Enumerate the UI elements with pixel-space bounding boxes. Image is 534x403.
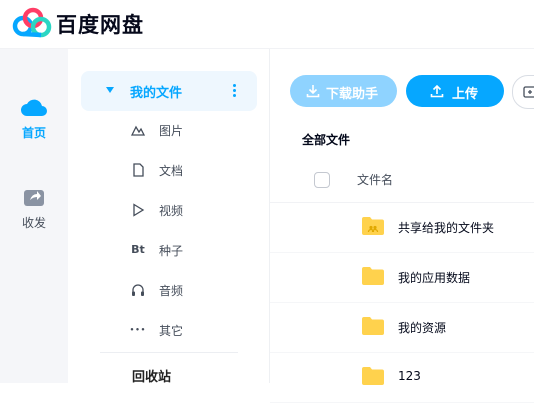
upload-button[interactable]: 上传 xyxy=(406,75,504,107)
new-folder-button[interactable] xyxy=(512,75,534,109)
nav-item-home[interactable]: 首页 xyxy=(0,96,68,141)
folder-icon xyxy=(362,367,384,385)
more-vertical-icon[interactable] xyxy=(233,84,237,99)
sidebar-item-label: 音频 xyxy=(159,284,184,298)
baidu-netdisk-logo-icon[interactable] xyxy=(12,7,52,39)
sidebar-item-label: 种子 xyxy=(159,244,184,258)
bt-icon: Bt xyxy=(131,243,145,256)
file-name[interactable]: 我的应用数据 xyxy=(398,269,470,286)
download-icon xyxy=(306,85,320,98)
nav-item-share[interactable]: 收发 xyxy=(0,186,68,231)
video-icon xyxy=(133,203,145,217)
nav-label-share: 收发 xyxy=(21,216,46,230)
left-nav: 首页 收发 xyxy=(0,49,68,383)
ellipsis-icon: ••• xyxy=(129,326,147,334)
sidebar-divider xyxy=(100,352,238,353)
upload-icon xyxy=(430,84,444,98)
app-title: 百度网盘 xyxy=(56,13,144,37)
category-sidebar: 我的文件 图片 文档 视频 Bt 种子 音频 ••• 其它 回收站 xyxy=(68,49,270,385)
image-icon xyxy=(131,125,145,136)
sidebar-item-label: 视频 xyxy=(159,204,184,218)
file-name[interactable]: 我的资源 xyxy=(398,319,446,336)
headphones-icon xyxy=(132,284,144,296)
caret-down-icon[interactable] xyxy=(106,87,114,93)
table-row[interactable]: 我的应用数据 xyxy=(270,252,534,303)
nav-label-home: 首页 xyxy=(21,126,46,140)
table-row[interactable]: 123 xyxy=(270,352,534,403)
folder-icon xyxy=(362,267,384,285)
table-header: 文件名 xyxy=(270,156,534,203)
shared-folder-icon xyxy=(362,217,384,235)
document-icon xyxy=(133,163,144,177)
new-folder-icon xyxy=(523,86,534,98)
download-helper-button[interactable]: 下载助手 xyxy=(290,75,397,107)
my-files-label: 我的文件 xyxy=(130,86,183,101)
folder-icon xyxy=(362,317,384,335)
file-list-panel: 下载助手 上传 全部文件 文件名 共享给我的文件夹 我的应用数据 我的资源 12… xyxy=(270,49,534,403)
table-row[interactable]: 共享给我的文件夹 xyxy=(270,202,534,253)
sidebar-item-label: 文档 xyxy=(159,164,184,178)
file-name[interactable]: 123 xyxy=(398,369,421,383)
select-all-checkbox[interactable] xyxy=(314,172,330,188)
upload-label: 上传 xyxy=(452,86,479,101)
cloud-icon xyxy=(21,99,47,116)
breadcrumb[interactable]: 全部文件 xyxy=(302,131,350,148)
download-helper-label: 下载助手 xyxy=(326,86,379,101)
column-header-filename[interactable]: 文件名 xyxy=(357,171,393,188)
table-row[interactable]: 我的资源 xyxy=(270,302,534,353)
top-bar: 百度网盘 xyxy=(0,0,534,49)
my-files-header[interactable]: 我的文件 xyxy=(81,71,257,111)
sidebar-item-label: 图片 xyxy=(159,124,184,138)
sidebar-item-label: 其它 xyxy=(159,324,184,338)
sidebar-item-recycle-bin[interactable]: 回收站 xyxy=(132,366,171,385)
file-name[interactable]: 共享给我的文件夹 xyxy=(398,219,494,236)
share-icon xyxy=(24,190,44,206)
